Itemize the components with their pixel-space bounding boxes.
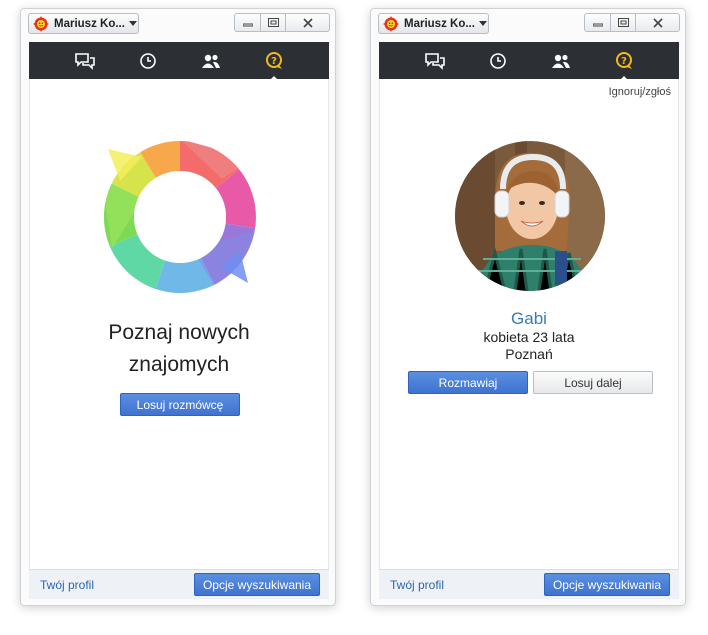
restore-button[interactable] xyxy=(610,13,636,32)
restore-button[interactable] xyxy=(260,13,286,32)
minimize-button[interactable] xyxy=(234,13,261,32)
chevron-down-icon xyxy=(128,21,137,26)
close-button[interactable] xyxy=(285,13,330,32)
your-profile-link[interactable]: Twój profil xyxy=(40,578,94,592)
nav-chats[interactable] xyxy=(73,49,97,73)
match-info: kobieta 23 lata Poznań xyxy=(380,329,678,363)
contacts-icon xyxy=(551,54,570,68)
window-controls xyxy=(234,13,330,32)
user-menu-button[interactable]: Mariusz Ko... xyxy=(28,13,139,34)
random-chat-icon: ? xyxy=(615,51,632,69)
svg-text:?: ? xyxy=(271,56,277,67)
restore-icon xyxy=(617,18,629,27)
status-sun-icon xyxy=(383,15,399,32)
nav-contacts[interactable] xyxy=(199,49,223,73)
close-icon xyxy=(652,17,663,28)
gg-window-left: Mariusz Ko... ? Poznaj nowych znajomych … xyxy=(20,8,336,606)
minimize-icon xyxy=(242,23,253,26)
match-details: kobieta 23 lata xyxy=(483,329,575,345)
clock-icon xyxy=(489,52,506,69)
user-menu-button[interactable]: Mariusz Ko... xyxy=(378,13,489,34)
search-options-button[interactable]: Opcje wyszukiwania xyxy=(544,573,670,596)
nav-history[interactable] xyxy=(136,49,160,73)
contacts-icon xyxy=(201,54,220,68)
chevron-down-icon xyxy=(478,21,487,26)
minimize-button[interactable] xyxy=(584,13,611,32)
match-name: Gabi xyxy=(511,309,547,328)
nav-contacts[interactable] xyxy=(549,49,573,73)
minimize-icon xyxy=(592,23,603,26)
headline-line-1: Poznaj nowych xyxy=(108,321,250,344)
title-bar: Mariusz Ko... xyxy=(371,9,685,41)
close-button[interactable] xyxy=(635,13,680,32)
clock-icon xyxy=(139,52,156,69)
title-bar: Mariusz Ko... xyxy=(21,9,335,41)
gg-window-right: Mariusz Ko... ? Ignoruj/zgłoś Gabi kobie… xyxy=(370,8,686,606)
chat-button[interactable]: Rozmawiaj xyxy=(408,371,528,394)
match-city: Poznań xyxy=(505,346,553,362)
draw-partner-button[interactable]: Losuj rozmówcę xyxy=(120,393,240,416)
footer-bar: Twój profil Opcje wyszukiwania xyxy=(29,569,329,599)
close-icon xyxy=(302,17,313,28)
ignore-report-link[interactable]: Ignoruj/zgłoś xyxy=(609,86,671,98)
headline-line-2: znajomych xyxy=(128,353,230,376)
draw-next-button[interactable]: Losuj dalej xyxy=(533,371,653,394)
status-sun-icon xyxy=(33,15,49,32)
nav-random-chat[interactable]: ? xyxy=(262,49,286,81)
chat-bubbles-icon xyxy=(74,52,95,70)
restore-icon xyxy=(267,18,279,27)
nav-bar: ? xyxy=(29,42,329,81)
roulette-start-panel: Poznaj nowych znajomych Losuj rozmówcę xyxy=(29,79,329,569)
headline: Poznaj nowych znajomych xyxy=(30,317,328,381)
your-profile-link[interactable]: Twój profil xyxy=(390,578,444,592)
svg-text:?: ? xyxy=(621,56,627,67)
user-name: Mariusz Ko... xyxy=(404,17,475,30)
random-chat-icon: ? xyxy=(265,51,282,69)
window-controls xyxy=(584,13,680,32)
nav-random-chat[interactable]: ? xyxy=(612,49,636,81)
match-profile-panel: Ignoruj/zgłoś Gabi kobieta 23 lata Pozna… xyxy=(379,79,679,569)
nav-history[interactable] xyxy=(486,49,510,73)
colorful-ring-logo xyxy=(102,139,258,295)
avatar xyxy=(455,141,605,291)
chat-bubbles-icon xyxy=(424,52,445,70)
nav-chats[interactable] xyxy=(423,49,447,73)
footer-bar: Twój profil Opcje wyszukiwania xyxy=(379,569,679,599)
nav-bar: ? xyxy=(379,42,679,81)
user-name: Mariusz Ko... xyxy=(54,17,125,30)
search-options-button[interactable]: Opcje wyszukiwania xyxy=(194,573,320,596)
